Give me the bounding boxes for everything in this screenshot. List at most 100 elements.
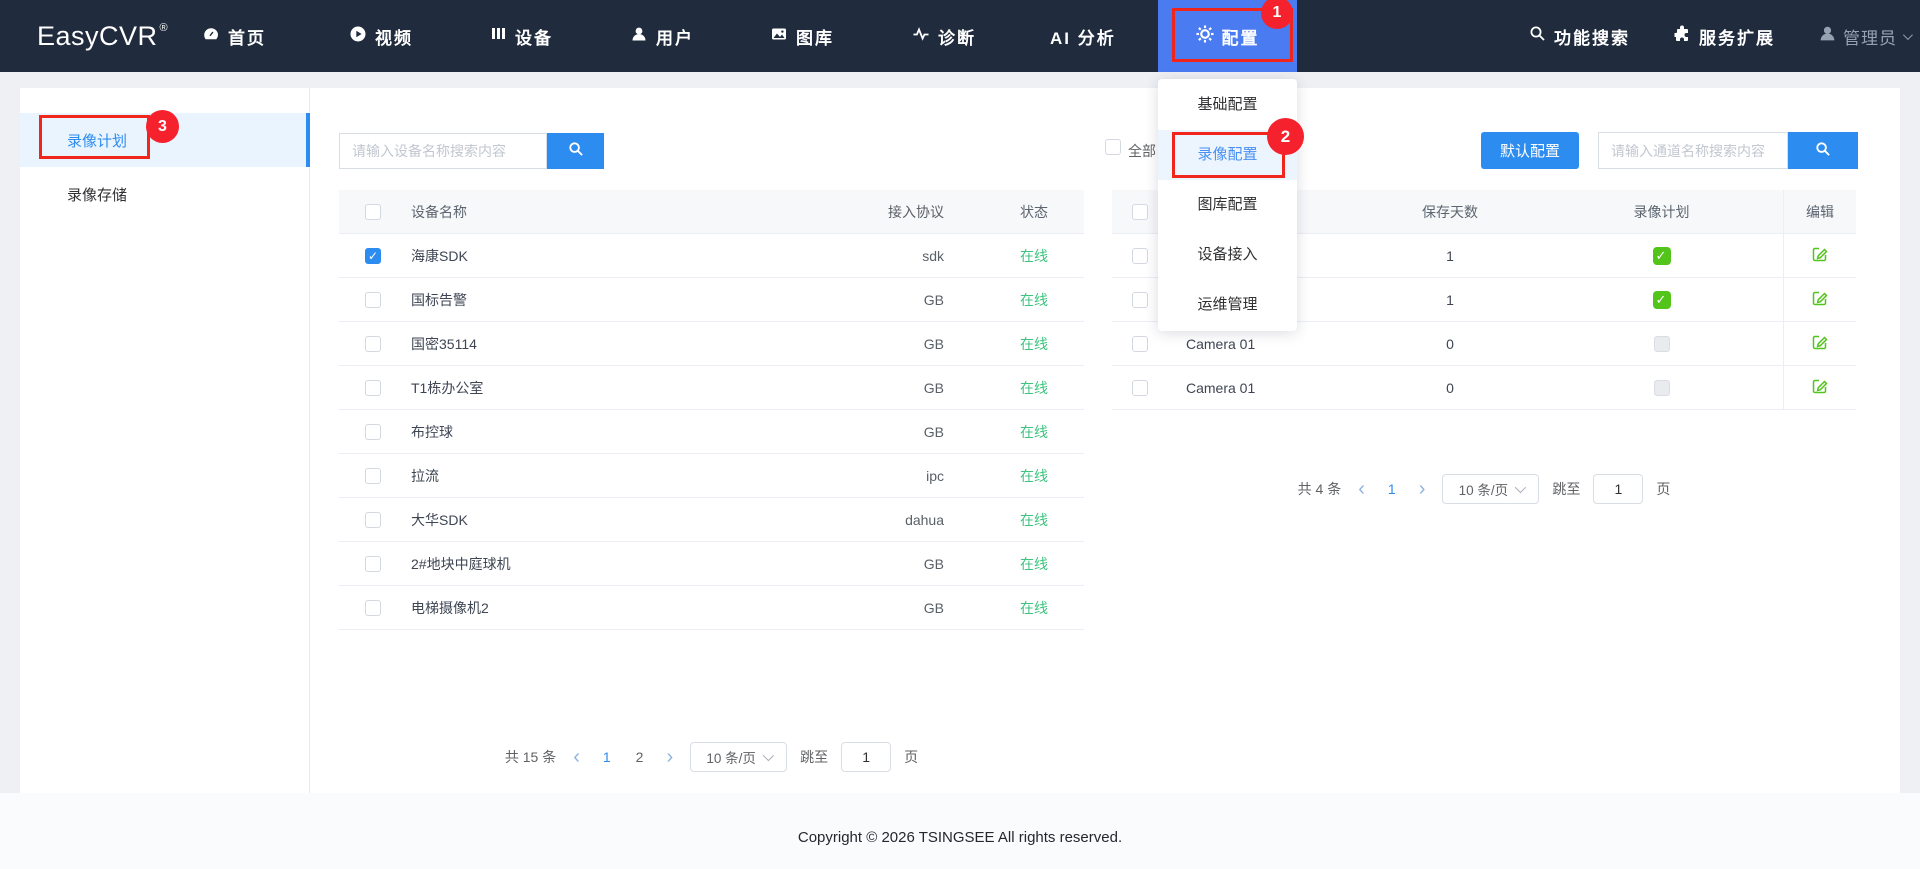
user-icon <box>630 25 648 48</box>
row-checkbox[interactable] <box>365 555 381 572</box>
total-count: 共 4 条 <box>1297 481 1342 497</box>
nav-item-user[interactable]: 用户 <box>630 0 694 72</box>
page-size-select[interactable]: 10 条/页 <box>1442 474 1540 504</box>
device-status: 在线 <box>1020 599 1048 616</box>
column-header-record-plan: 录像计划 <box>1633 203 1690 220</box>
device-protocol: GB <box>923 379 944 396</box>
device-search-button[interactable] <box>547 133 604 169</box>
select-all-label: 全部 <box>1128 143 1156 159</box>
annotation-badge-step2: 2 <box>1267 118 1304 155</box>
nav-item-label: 设备 <box>515 28 553 48</box>
record-plan-checkbox[interactable] <box>1652 290 1671 309</box>
nav-item-label: AI 分析 <box>1050 28 1116 48</box>
edit-icon[interactable] <box>1810 288 1830 311</box>
nav-item-label: 配置 <box>1221 28 1260 48</box>
nav-item-account[interactable]: 管理员 <box>1818 0 1913 72</box>
device-status: 在线 <box>1020 247 1048 264</box>
device-protocol: ipc <box>926 467 944 484</box>
nav-item-ai-analysis[interactable]: AI 分析 <box>1050 0 1116 72</box>
channel-name: Camera 01 <box>1186 379 1256 396</box>
device-protocol: GB <box>923 423 944 440</box>
device-row[interactable]: 大华SDK dahua 在线 <box>339 498 1084 542</box>
dropdown-item-gallery-config[interactable]: 图库配置 <box>1158 180 1297 230</box>
registered-mark: ® <box>159 22 169 34</box>
row-checkbox[interactable] <box>365 335 381 352</box>
row-checkbox[interactable] <box>365 423 381 440</box>
nav-item-device[interactable]: 设备 <box>490 0 553 72</box>
nav-item-service-extend[interactable]: 服务扩展 <box>1673 0 1775 72</box>
nav-item-function-search[interactable]: 功能搜索 <box>1529 0 1630 72</box>
nav-item-label: 功能搜索 <box>1554 28 1630 48</box>
sidebar: 录像计划 录像存储 <box>20 88 310 793</box>
device-name: 大华SDK <box>411 511 468 528</box>
device-table: 设备名称 接入协议 状态 海康SDK sdk 在线 国标告警 GB 在线 国密3… <box>339 190 1084 630</box>
record-plan-checkbox[interactable] <box>1653 335 1670 352</box>
channel-name: Camera 01 <box>1186 335 1256 352</box>
page-unit-label: 页 <box>1656 481 1671 497</box>
device-row[interactable]: 国标告警 GB 在线 <box>339 278 1084 322</box>
prev-page-button[interactable]: ‹ <box>569 747 584 767</box>
select-all-rows-checkbox[interactable] <box>1132 203 1148 220</box>
jump-page-input[interactable] <box>1593 474 1644 504</box>
device-row[interactable]: 拉流 ipc 在线 <box>339 454 1084 498</box>
row-checkbox[interactable] <box>365 511 381 528</box>
row-checkbox[interactable] <box>1132 247 1148 264</box>
app-logo[interactable]: EasyCVR ® <box>37 0 168 72</box>
admin-avatar-icon <box>1818 24 1837 48</box>
sidebar-item-record-storage[interactable]: 录像存储 <box>20 167 310 221</box>
device-row[interactable]: 海康SDK sdk 在线 <box>339 234 1084 278</box>
channel-search-input[interactable] <box>1598 132 1788 169</box>
nav-item-home[interactable]: 首页 <box>202 0 266 72</box>
device-search-input[interactable] <box>339 133 547 169</box>
edit-icon[interactable] <box>1810 244 1830 267</box>
device-row[interactable]: 布控球 GB 在线 <box>339 410 1084 454</box>
page-size-select[interactable]: 10 条/页 <box>690 742 788 772</box>
default-config-button[interactable]: 默认配置 <box>1481 132 1579 169</box>
row-checkbox[interactable] <box>1132 379 1148 396</box>
channel-search-button[interactable] <box>1788 132 1858 169</box>
nav-item-gallery[interactable]: 图库 <box>770 0 834 72</box>
record-plan-checkbox[interactable] <box>1653 379 1670 396</box>
row-checkbox[interactable] <box>365 291 381 308</box>
column-header-edit: 编辑 <box>1783 190 1856 233</box>
next-page-button[interactable]: › <box>662 747 677 767</box>
edit-icon[interactable] <box>1810 376 1830 399</box>
device-bars-icon <box>490 25 507 47</box>
nav-item-video[interactable]: 视频 <box>349 0 413 72</box>
device-row[interactable]: 电梯摄像机2 GB 在线 <box>339 586 1084 630</box>
page-number-1[interactable]: 1 <box>597 749 617 765</box>
row-checkbox[interactable] <box>1132 291 1148 308</box>
select-all-channels-checkbox[interactable] <box>1105 139 1121 155</box>
device-row[interactable]: T1栋办公室 GB 在线 <box>339 366 1084 410</box>
device-row[interactable]: 国密35114 GB 在线 <box>339 322 1084 366</box>
diagnosis-pulse-icon <box>912 25 930 48</box>
jump-label: 跳至 <box>800 749 829 765</box>
row-checkbox[interactable] <box>365 379 381 396</box>
gallery-icon <box>770 25 788 48</box>
prev-page-button[interactable]: ‹ <box>1354 479 1369 499</box>
channel-row[interactable]: Camera 01 0 <box>1112 366 1856 410</box>
annotation-step-number: 3 <box>158 117 167 135</box>
top-nav: EasyCVR ® 首页 视频 设备 用户 图库 诊断 AI 分析 配置 功能搜索… <box>0 0 1920 72</box>
page-number-1[interactable]: 1 <box>1382 481 1402 497</box>
nav-item-diagnosis[interactable]: 诊断 <box>912 0 976 72</box>
device-row[interactable]: 2#地块中庭球机 GB 在线 <box>339 542 1084 586</box>
row-checkbox[interactable] <box>365 467 381 484</box>
row-checkbox[interactable] <box>365 599 381 616</box>
device-protocol: dahua <box>905 511 944 528</box>
jump-page-input[interactable] <box>841 742 892 772</box>
chevron-down-icon <box>1902 29 1913 40</box>
next-page-button[interactable]: › <box>1415 479 1430 499</box>
row-checkbox[interactable] <box>365 247 381 264</box>
edit-icon[interactable] <box>1810 332 1830 355</box>
record-plan-checkbox[interactable] <box>1652 246 1671 265</box>
annotation-step-number: 2 <box>1280 126 1291 146</box>
device-name: 国标告警 <box>411 291 467 308</box>
select-all-devices-checkbox[interactable] <box>365 203 381 220</box>
dropdown-item-ops-management[interactable]: 运维管理 <box>1158 280 1297 330</box>
nav-item-label: 视频 <box>375 28 413 48</box>
channel-pagination: 共 4 条 ‹ 1 › 10 条/页 跳至 页 <box>1112 474 1856 504</box>
row-checkbox[interactable] <box>1132 335 1148 352</box>
dropdown-item-device-access[interactable]: 设备接入 <box>1158 230 1297 280</box>
page-number-2[interactable]: 2 <box>630 749 650 765</box>
